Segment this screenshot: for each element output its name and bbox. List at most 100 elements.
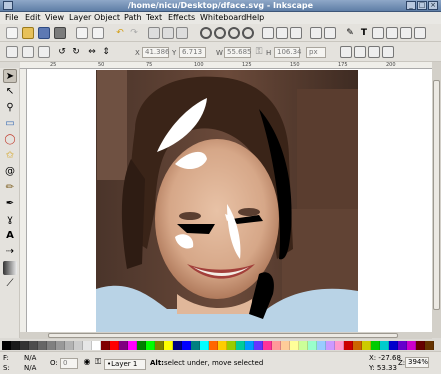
pen-tool-icon[interactable]: ✒ [3,197,17,211]
opacity-field[interactable]: 0 [60,358,78,369]
text-font-icon[interactable]: T [358,27,370,39]
color-swatch[interactable] [137,341,146,350]
x-field[interactable]: 41.386 [142,47,170,58]
menu-object[interactable]: Object [94,13,120,22]
color-swatch[interactable] [65,341,74,350]
spiral-tool-icon[interactable]: @ [3,165,17,179]
transform-gradients-icon[interactable] [368,46,380,58]
photo-artwork[interactable] [27,69,432,338]
xml-editor-icon[interactable] [372,27,384,39]
color-swatch[interactable] [380,341,389,350]
preferences-icon[interactable] [400,27,412,39]
color-swatch[interactable] [47,341,56,350]
color-swatch[interactable] [371,341,380,350]
menu-file[interactable]: File [5,13,18,22]
zoom-page-icon[interactable] [228,27,240,39]
color-swatch[interactable] [119,341,128,350]
menu-effects[interactable]: Effects [168,13,195,22]
color-swatch[interactable] [191,341,200,350]
color-swatch[interactable] [407,341,416,350]
lock-layer-icon[interactable]: ⚿ [93,357,103,367]
print-icon[interactable] [54,27,66,39]
deselect-icon[interactable] [38,46,50,58]
vertical-scrollbar[interactable] [432,62,441,338]
import-icon[interactable] [76,27,88,39]
color-swatch[interactable] [92,341,101,350]
menu-help[interactable]: Help [246,13,264,22]
horizontal-scrollbar-thumb[interactable] [48,333,398,338]
node-tool-icon[interactable]: ↖ [3,85,17,99]
maximize-button[interactable]: □ [417,1,427,10]
scale-stroke-icon[interactable] [340,46,352,58]
select-all-layers-icon[interactable] [22,46,34,58]
menu-whiteboard[interactable]: Whiteboard [200,13,246,22]
color-swatch[interactable] [83,341,92,350]
unlink-clone-icon[interactable] [290,27,302,39]
color-swatch[interactable] [164,341,173,350]
undo-icon[interactable]: ↶ [114,27,126,39]
color-swatch[interactable] [227,341,236,350]
color-swatch[interactable] [110,341,119,350]
color-swatch[interactable] [200,341,209,350]
zoom-field[interactable]: 394% [405,357,429,368]
star-tool-icon[interactable]: ✩ [3,149,17,163]
redo-icon[interactable]: ↷ [128,27,140,39]
color-swatch[interactable] [173,341,182,350]
transform-patterns-icon[interactable] [382,46,394,58]
group-icon[interactable] [310,27,322,39]
color-swatch[interactable] [101,341,110,350]
color-swatch[interactable] [209,341,218,350]
color-swatch[interactable] [146,341,155,350]
color-swatch[interactable] [326,341,335,350]
color-swatch[interactable] [236,341,245,350]
color-swatch[interactable] [11,341,20,350]
menu-layer[interactable]: Layer [69,13,91,22]
fill-value[interactable]: N/A [24,354,36,362]
stroke-value[interactable]: N/A [24,364,36,372]
menu-edit[interactable]: Edit [25,13,41,22]
color-swatch[interactable] [425,341,434,350]
export-icon[interactable] [92,27,104,39]
scale-corners-icon[interactable] [354,46,366,58]
color-swatch[interactable] [254,341,263,350]
zoom-selection-icon[interactable] [200,27,212,39]
flip-horizontal-icon[interactable]: ⇔ [86,46,98,58]
unit-select[interactable]: px [306,47,326,58]
color-swatch[interactable] [182,341,191,350]
document-properties-icon[interactable] [414,27,426,39]
fill-stroke-icon[interactable]: ✎ [344,27,356,39]
ungroup-icon[interactable] [324,27,336,39]
duplicate-icon[interactable] [262,27,274,39]
minimize-button[interactable]: _ [406,1,416,10]
text-tool-icon[interactable]: A [3,229,17,243]
color-swatch[interactable] [218,341,227,350]
color-swatch[interactable] [56,341,65,350]
close-button[interactable]: × [428,1,438,10]
zoom-drawing-icon[interactable] [214,27,226,39]
color-swatch[interactable] [263,341,272,350]
color-swatch[interactable] [29,341,38,350]
menu-view[interactable]: View [45,13,64,22]
cut-icon[interactable] [162,27,174,39]
color-swatch[interactable] [389,341,398,350]
align-distribute-icon[interactable] [386,27,398,39]
selector-tool-icon[interactable]: ➤ [3,69,17,83]
color-swatch[interactable] [317,341,326,350]
copy-icon[interactable] [148,27,160,39]
zoom-tool-icon[interactable]: ⚲ [3,101,17,115]
color-swatch[interactable] [272,341,281,350]
color-swatch[interactable] [335,341,344,350]
vertical-scrollbar-thumb[interactable] [433,80,440,310]
color-swatch[interactable] [416,341,425,350]
color-swatch[interactable] [362,341,371,350]
color-swatch[interactable] [344,341,353,350]
connector-tool-icon[interactable]: ⇢ [3,245,17,259]
color-swatch[interactable] [128,341,137,350]
height-field[interactable]: 106.34 [274,47,302,58]
window-menu-icon[interactable] [3,1,13,10]
new-document-icon[interactable] [6,27,18,39]
color-swatch[interactable] [308,341,317,350]
paste-icon[interactable] [176,27,188,39]
clone-icon[interactable] [276,27,288,39]
color-swatch[interactable] [74,341,83,350]
